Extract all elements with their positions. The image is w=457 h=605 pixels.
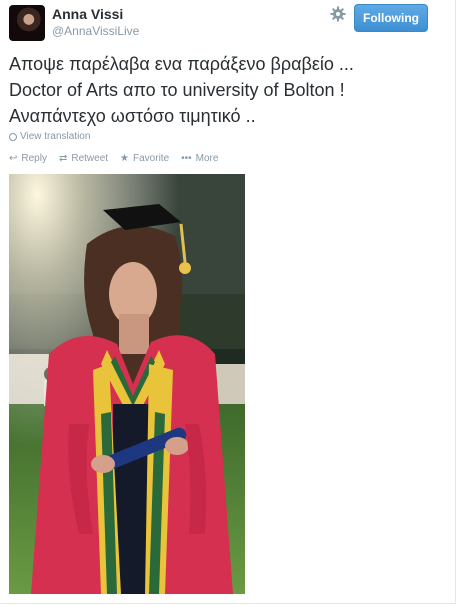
favorite-label: Favorite [133, 153, 170, 164]
star-icon: ★ [120, 153, 130, 164]
tweet-line-3: Αναπάντεχο ωστόσο τιμητικό .. [9, 106, 256, 126]
tweet-actions: ↩ Reply ⇄ Retweet ★ Favorite ••• More [9, 153, 218, 164]
tweet-text: Αποψε παρέλαβα ενα παράξενο βραβείο ... … [9, 51, 449, 129]
more-button[interactable]: ••• More [181, 153, 218, 164]
following-button[interactable]: Following [354, 4, 428, 32]
retweet-button[interactable]: ⇄ Retweet [59, 153, 108, 164]
tweet-line-1: Αποψε παρέλαβα ενα παράξενο βραβείο ... [9, 54, 354, 74]
avatar[interactable] [9, 5, 45, 41]
reply-button[interactable]: ↩ Reply [9, 153, 47, 164]
globe-icon [9, 132, 17, 141]
user-name[interactable]: Anna Vissi [52, 6, 123, 22]
retweet-icon: ⇄ [58, 153, 68, 164]
gear-icon[interactable] [330, 6, 346, 22]
tweet-card: Anna Vissi @AnnaVissiLive Following Αποψ… [0, 0, 456, 604]
reply-label: Reply [21, 153, 47, 164]
view-translation-label: View translation [20, 131, 91, 142]
more-label: More [195, 153, 219, 164]
view-translation-link[interactable]: View translation [9, 131, 90, 142]
more-icon: ••• [181, 153, 192, 164]
user-handle[interactable]: @AnnaVissiLive [52, 24, 139, 38]
favorite-button[interactable]: ★ Favorite [120, 153, 169, 164]
tweet-photo[interactable] [9, 174, 245, 594]
reply-icon: ↩ [9, 153, 18, 164]
retweet-label: Retweet [71, 153, 109, 164]
tweet-line-2: Doctor of Arts απο το university of Bolt… [9, 80, 345, 100]
